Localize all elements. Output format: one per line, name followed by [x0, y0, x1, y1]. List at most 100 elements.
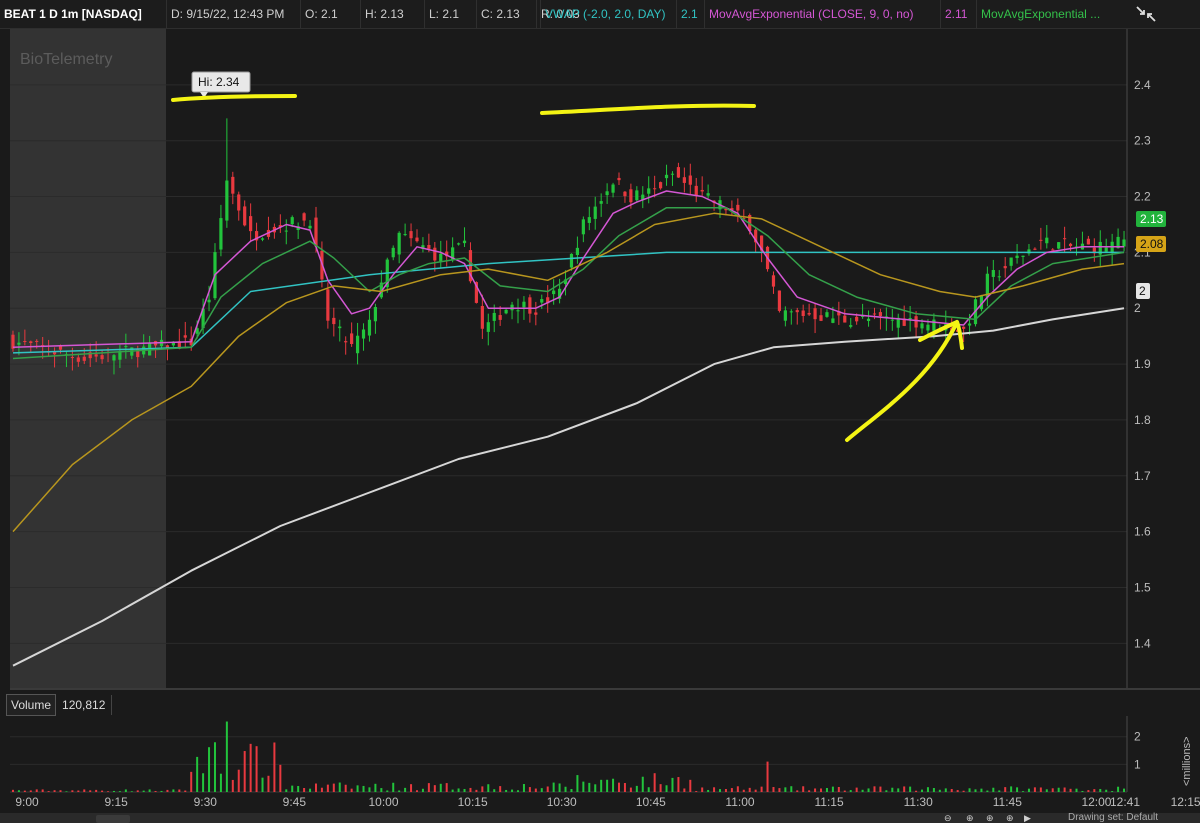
volume-bar	[303, 788, 306, 792]
volume-bar	[1111, 791, 1114, 792]
volume-bar	[71, 790, 74, 792]
zoom-out-icon[interactable]: ⊖	[944, 814, 952, 823]
volume-bar	[1057, 787, 1060, 792]
candle-body	[1104, 247, 1108, 252]
candle-body	[332, 317, 336, 325]
candle-body	[783, 310, 787, 321]
candle-body	[629, 189, 633, 203]
candle-body	[23, 341, 27, 343]
svg-text:2: 2	[1139, 284, 1146, 298]
candle-body	[569, 253, 574, 268]
time-tick-label: 10:15	[458, 795, 488, 809]
price-chart[interactable]: BioTelemetry 1.41.51.61.71.81.922.12.22.…	[0, 0, 1200, 823]
candle-body	[207, 299, 211, 303]
volume-bar	[552, 782, 555, 792]
candle-body	[1045, 237, 1049, 244]
candle-body	[243, 206, 247, 226]
volume-bar	[1016, 787, 1019, 792]
volume-bar	[101, 790, 104, 792]
crosshair-icon[interactable]: ⊕	[1006, 814, 1014, 823]
candle-body	[997, 276, 1001, 278]
candle-body	[415, 237, 419, 242]
time-tick-label: 9:45	[283, 795, 307, 809]
zoom-in-icon[interactable]: ⊕	[966, 814, 974, 823]
candle-body	[932, 319, 936, 331]
volume-bar	[974, 789, 977, 792]
volume-bar	[511, 789, 514, 792]
candle-body	[516, 310, 520, 312]
candle-body	[575, 247, 580, 255]
volume-bar	[849, 790, 852, 792]
volume-bar	[457, 788, 460, 792]
volume-bar	[992, 787, 995, 792]
volume-bar	[374, 783, 377, 792]
candle-body	[237, 194, 241, 211]
volume-bar	[427, 783, 430, 792]
candle-body	[926, 324, 930, 331]
volume-bar	[213, 742, 216, 792]
volume-bar	[142, 790, 145, 792]
volume-bar	[493, 789, 496, 792]
study-lines	[12, 190, 1125, 667]
volume-bar	[404, 787, 407, 792]
volume-bar	[665, 785, 668, 792]
volume-bar	[469, 787, 472, 792]
candle-body	[605, 191, 609, 196]
volume-bar	[386, 790, 389, 792]
volume-bar	[623, 783, 626, 792]
volume-bar	[903, 786, 906, 792]
volume-bar	[178, 789, 181, 792]
candle-body	[367, 319, 372, 336]
volume-bar	[701, 787, 704, 792]
volume-bar	[1027, 788, 1030, 792]
candle-body	[338, 326, 342, 329]
volume-bar	[17, 790, 20, 792]
candle-body	[397, 232, 401, 255]
candle-body	[427, 245, 431, 249]
volume-bar	[1093, 789, 1096, 792]
candle-body	[82, 356, 86, 361]
volume-bar	[208, 747, 211, 792]
volume-bar	[1004, 787, 1007, 792]
volume-bar	[190, 771, 193, 792]
price-gridlines	[10, 84, 1127, 644]
volume-bar	[172, 789, 175, 792]
candle-body	[290, 217, 294, 225]
svg-text:<millions>: <millions>	[1181, 736, 1193, 786]
candle-body	[260, 238, 265, 240]
volume-bar	[558, 783, 561, 792]
volume-bar	[184, 790, 187, 792]
candle-body	[593, 206, 597, 219]
toolbar-button[interactable]	[96, 815, 130, 823]
volume-bar	[618, 782, 621, 792]
volume-bar	[1123, 788, 1126, 792]
volume-bar	[546, 786, 549, 792]
volume-bar	[1069, 788, 1072, 792]
volume-bar	[588, 782, 591, 792]
candle-body	[35, 340, 39, 342]
volume-bar	[873, 786, 876, 792]
volume-title[interactable]: Volume	[6, 694, 57, 716]
volume-bar	[968, 788, 971, 792]
volume-bar	[921, 789, 924, 792]
volume-bar	[796, 790, 799, 792]
volume-axis: 12	[1134, 730, 1141, 772]
drawing-set-label[interactable]: Drawing set: Default	[1068, 813, 1158, 823]
volume-bar	[998, 790, 1001, 792]
volume-bar	[202, 773, 205, 792]
candle-body	[676, 167, 681, 178]
volume-bar	[695, 791, 698, 792]
candle-body	[771, 275, 776, 287]
volume-bar	[445, 783, 448, 792]
candle-body	[801, 310, 805, 317]
candle-body	[1051, 249, 1055, 251]
candle-body	[409, 231, 413, 239]
pointer-icon[interactable]: ▶	[1024, 814, 1031, 823]
volume-bar	[475, 789, 478, 792]
svg-text:2.08: 2.08	[1140, 237, 1164, 251]
volume-bar	[754, 789, 757, 792]
volume-bar	[1039, 787, 1042, 792]
reset-zoom-icon[interactable]: ⊕	[986, 814, 994, 823]
time-tick-label: 9:30	[194, 795, 218, 809]
candle-body	[403, 234, 407, 236]
